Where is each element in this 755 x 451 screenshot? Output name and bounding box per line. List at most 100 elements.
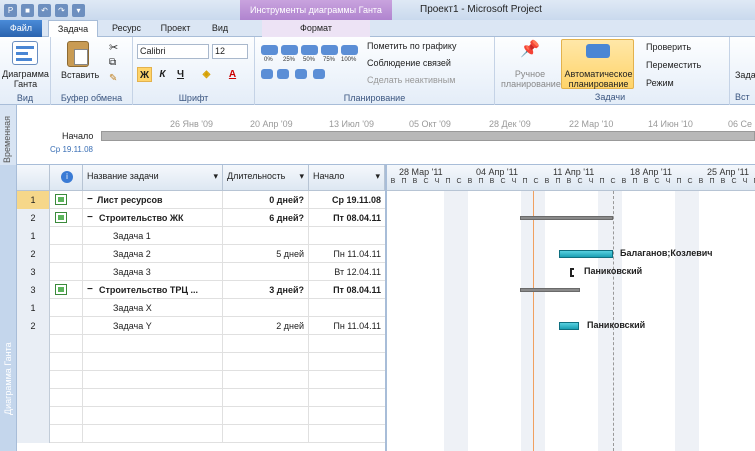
duration-cell[interactable]: 5 дней	[223, 245, 309, 263]
collapse-icon[interactable]: −	[87, 209, 93, 227]
start-cell[interactable]: Пт 08.04.11	[309, 281, 385, 299]
chevron-down-icon[interactable]: ▾	[299, 165, 304, 187]
table-row[interactable]: 1 Задача 1	[17, 227, 385, 245]
inspect-button[interactable]: Проверить	[646, 42, 691, 52]
task-name-cell[interactable]: Задача Y	[83, 317, 223, 335]
tab-file[interactable]: Файл	[0, 20, 42, 37]
duration-cell[interactable]: 3 дней?	[223, 281, 309, 299]
table-row[interactable]: 1 Задача X	[17, 299, 385, 317]
chevron-down-icon[interactable]: ▾	[213, 165, 218, 187]
start-cell[interactable]	[309, 371, 385, 389]
row-number[interactable]: 1	[17, 227, 50, 245]
start-cell[interactable]: Пн 11.04.11	[309, 245, 385, 263]
row-number[interactable]	[17, 371, 50, 389]
pct-50-icon[interactable]	[301, 45, 318, 55]
task-bar[interactable]	[559, 322, 579, 330]
select-all-corner[interactable]	[17, 165, 50, 191]
start-cell[interactable]: Вт 12.04.11	[309, 263, 385, 281]
duration-cell[interactable]	[223, 371, 309, 389]
row-number[interactable]: 1	[17, 191, 50, 209]
start-cell[interactable]	[309, 335, 385, 353]
row-number[interactable]: 2	[17, 209, 50, 227]
tab-task[interactable]: Задача	[48, 20, 98, 38]
inactivate-button[interactable]: Сделать неактивным	[367, 75, 455, 85]
row-number[interactable]	[17, 407, 50, 425]
font-name-select[interactable]: Calibri	[137, 44, 209, 59]
task-name-cell[interactable]	[83, 407, 223, 425]
table-row[interactable]	[17, 335, 385, 353]
start-cell[interactable]: Ср 19.11.08	[309, 191, 385, 209]
save-icon[interactable]: ■	[21, 3, 34, 17]
task-name-header[interactable]: Название задачи ▾	[83, 165, 223, 191]
duration-cell[interactable]	[223, 407, 309, 425]
row-number[interactable]: 2	[17, 317, 50, 335]
auto-schedule-button[interactable]: Автоматическое планирование	[561, 39, 634, 89]
duration-cell[interactable]	[223, 425, 309, 443]
task-name-cell[interactable]: Задача 1	[83, 227, 223, 245]
fill-color-icon[interactable]: ◈	[199, 67, 214, 82]
link-tasks-icon[interactable]	[295, 69, 307, 79]
table-row[interactable]: 3 Строительство ТРЦ ... 3 дней? Пт 08.04.11…	[17, 281, 385, 299]
font-size-select[interactable]: 12	[212, 44, 248, 59]
duration-cell[interactable]: 6 дней?	[223, 209, 309, 227]
table-row[interactable]	[17, 389, 385, 407]
task-name-cell[interactable]	[83, 389, 223, 407]
start-cell[interactable]	[309, 353, 385, 371]
table-row[interactable]: 3 Задача 3 Вт 12.04.11	[17, 263, 385, 281]
table-row[interactable]: 1 Лист ресурсов 0 дней? Ср 19.11.08 −	[17, 191, 385, 209]
row-number[interactable]	[17, 353, 50, 371]
pct-100-icon[interactable]	[341, 45, 358, 55]
italic-button[interactable]: К	[155, 67, 170, 82]
duration-cell[interactable]	[223, 353, 309, 371]
copy-icon[interactable]: ⧉	[109, 57, 116, 68]
task-name-cell[interactable]: Лист ресурсов	[83, 191, 223, 209]
duration-cell[interactable]	[223, 335, 309, 353]
paste-icon[interactable]	[67, 41, 89, 67]
collapse-icon[interactable]: −	[87, 281, 93, 299]
tab-view[interactable]: Вид	[202, 20, 238, 37]
start-cell[interactable]	[309, 425, 385, 443]
unlink-tasks-icon[interactable]	[313, 69, 325, 79]
manual-schedule-button[interactable]: Ручное планирование	[501, 69, 561, 89]
cut-icon[interactable]: ✂	[109, 41, 118, 54]
table-row[interactable]: 2 Строительство ЖК 6 дней? Пт 08.04.11 −	[17, 209, 385, 227]
start-cell[interactable]	[309, 407, 385, 425]
row-number[interactable]: 2	[17, 245, 50, 263]
pct-25-icon[interactable]	[281, 45, 298, 55]
start-cell[interactable]: Пн 11.04.11	[309, 317, 385, 335]
undo-icon[interactable]: ↶	[38, 3, 51, 17]
timeline-bar[interactable]	[101, 131, 755, 141]
gantt-chart-button[interactable]: Диаграмма Ганта	[2, 69, 49, 89]
duration-cell[interactable]: 2 дней	[223, 317, 309, 335]
summary-bar[interactable]	[520, 216, 613, 220]
start-header[interactable]: Начало ▾	[309, 165, 385, 191]
indicators-header[interactable]: i	[50, 165, 83, 191]
start-cell[interactable]	[309, 389, 385, 407]
duration-cell[interactable]	[223, 299, 309, 317]
insert-task-button[interactable]: Зада	[735, 70, 755, 80]
duration-cell[interactable]	[223, 227, 309, 245]
indent-icon[interactable]	[261, 69, 273, 79]
row-number[interactable]	[17, 389, 50, 407]
paste-button[interactable]: Вставить	[61, 70, 99, 80]
task-marker[interactable]	[570, 268, 574, 277]
table-row[interactable]	[17, 353, 385, 371]
table-row[interactable]	[17, 425, 385, 443]
view-side-bar[interactable]: Диаграмма Ганта	[0, 165, 17, 451]
move-button[interactable]: Переместить	[646, 60, 701, 70]
row-number[interactable]	[17, 335, 50, 353]
pushpin-icon[interactable]: 📌	[520, 41, 540, 59]
mode-button[interactable]: Режим	[646, 78, 674, 88]
pct-0-icon[interactable]	[261, 45, 278, 55]
task-name-cell[interactable]: Задача 3	[83, 263, 223, 281]
outdent-icon[interactable]	[277, 69, 289, 79]
table-row[interactable]: 2 Задача Y 2 дней Пн 11.04.11	[17, 317, 385, 335]
start-cell[interactable]	[309, 299, 385, 317]
underline-button[interactable]: Ч	[173, 67, 188, 82]
chevron-down-icon[interactable]: ▾	[375, 165, 380, 187]
font-color-icon[interactable]: A	[225, 67, 240, 82]
timeline-side-tab[interactable]: Временная	[0, 105, 17, 165]
gantt-chart-icon[interactable]	[12, 41, 38, 65]
duration-cell[interactable]: 0 дней?	[223, 191, 309, 209]
respect-links-button[interactable]: Соблюдение связей	[367, 58, 451, 68]
